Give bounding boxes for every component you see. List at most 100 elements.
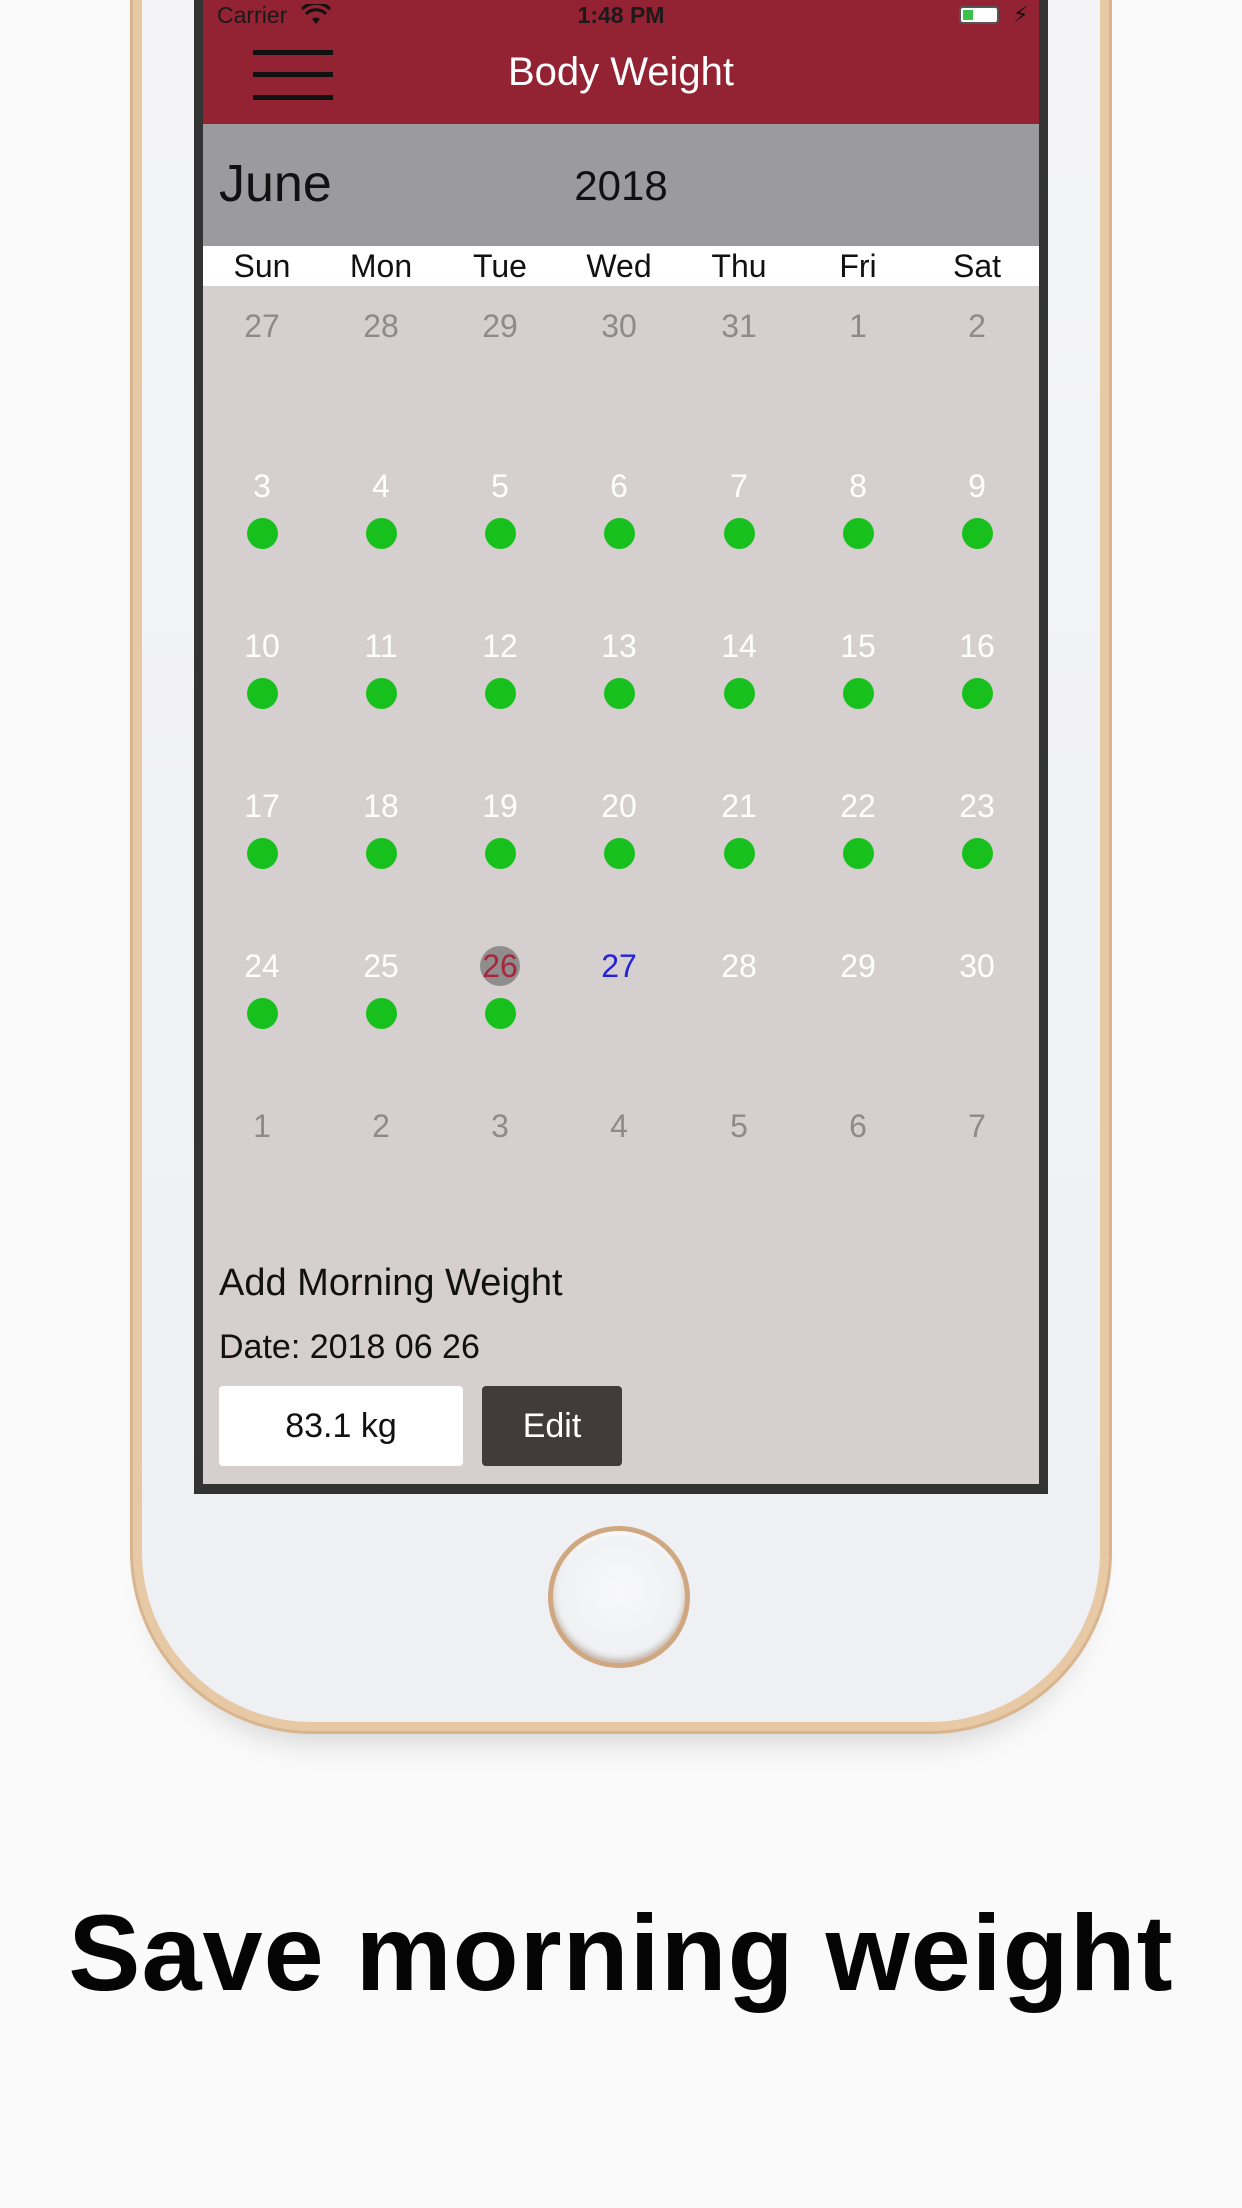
nav-title: Body Weight (507, 50, 735, 94)
calendar-day[interactable]: 3 (203, 466, 322, 616)
calendar-day[interactable]: 28 (321, 306, 441, 456)
calendar-day[interactable]: 3 (440, 1106, 560, 1256)
calendar-day[interactable]: 9 (917, 466, 1037, 616)
calendar-day[interactable]: 27 (203, 306, 322, 456)
day-number: 23 (959, 788, 995, 824)
calendar-day[interactable]: 11 (321, 626, 441, 776)
calendar-day[interactable]: 2 (917, 306, 1037, 456)
calendar-day[interactable]: 2 (321, 1106, 441, 1256)
weight-logged-dot (485, 678, 516, 709)
promo-caption: Save morning weight (68, 1892, 1174, 2013)
status-time: 1:48 PM (577, 2, 665, 28)
day-number: 1 (849, 308, 867, 344)
day-number: 19 (482, 788, 518, 824)
calendar-day[interactable]: 28 (679, 946, 799, 1096)
calendar-day[interactable]: 13 (559, 626, 679, 776)
calendar-day[interactable]: 1 (798, 306, 918, 456)
day-number: 28 (363, 308, 399, 344)
calendar-day[interactable]: 31 (679, 306, 799, 456)
day-number: 12 (482, 628, 518, 664)
year-label: 2018 (574, 162, 668, 209)
calendar-day[interactable]: 6 (798, 1106, 918, 1256)
app-screen: Carrier 1:48 PM ⚡ Body Weight June 2018 … (203, 0, 1039, 1484)
weight-logged-dot (962, 678, 993, 709)
day-number: 13 (601, 628, 637, 664)
day-number: 21 (721, 788, 757, 824)
calendar-day[interactable]: 29 (798, 946, 918, 1096)
day-number: 6 (849, 1108, 867, 1144)
weight-logged-dot (247, 678, 278, 709)
calendar-day[interactable]: 27 (559, 946, 679, 1096)
day-number: 9 (968, 468, 986, 504)
calendar-day[interactable]: 15 (798, 626, 918, 776)
calendar-day[interactable]: 24 (203, 946, 322, 1096)
calendar-day[interactable]: 29 (440, 306, 560, 456)
day-number: 8 (849, 468, 867, 504)
weekday-sun: Sun (233, 248, 291, 284)
calendar-day[interactable]: 4 (559, 1106, 679, 1256)
day-number: 24 (244, 948, 280, 984)
weight-input[interactable]: 83.1 kg (219, 1386, 463, 1466)
calendar-day[interactable]: 1 (203, 1106, 322, 1256)
calendar-day[interactable]: 18 (321, 786, 441, 936)
weight-logged-dot (724, 678, 755, 709)
calendar-day[interactable]: 26 (440, 946, 560, 1096)
day-number: 22 (840, 788, 876, 824)
weight-logged-dot (604, 678, 635, 709)
calendar-day[interactable]: 17 (203, 786, 322, 936)
calendar-day[interactable]: 7 (917, 1106, 1037, 1256)
weekday-tue: Tue (473, 248, 527, 284)
day-number: 30 (601, 308, 637, 344)
day-number: 2 (968, 308, 986, 344)
calendar-day[interactable]: 30 (559, 306, 679, 456)
day-number: 14 (721, 628, 757, 664)
battery-icon (959, 6, 999, 24)
weight-logged-dot (724, 518, 755, 549)
weight-logged-dot (962, 518, 993, 549)
weekday-wed: Wed (586, 248, 652, 284)
weight-logged-dot (604, 518, 635, 549)
day-number: 15 (840, 628, 876, 664)
day-number: 7 (968, 1108, 986, 1144)
home-button[interactable] (548, 1526, 690, 1668)
calendar-day[interactable]: 16 (917, 626, 1037, 776)
mute-switch (134, 0, 142, 72)
calendar-day[interactable]: 7 (679, 466, 799, 616)
weight-logged-dot (485, 518, 516, 549)
calendar-day[interactable]: 20 (559, 786, 679, 936)
weight-logged-dot (485, 838, 516, 869)
weekday-mon: Mon (349, 248, 413, 284)
day-number: 1 (253, 1108, 271, 1144)
day-number: 25 (363, 948, 399, 984)
calendar-day[interactable]: 12 (440, 626, 560, 776)
calendar-day[interactable]: 10 (203, 626, 322, 776)
calendar-day[interactable]: 5 (679, 1106, 799, 1256)
calendar-day[interactable]: 25 (321, 946, 441, 1096)
day-number: 4 (372, 468, 390, 504)
day-number: 26 (482, 948, 518, 984)
calendar-day[interactable]: 8 (798, 466, 918, 616)
day-number: 20 (601, 788, 637, 824)
calendar-day[interactable]: 5 (440, 466, 560, 616)
day-number: 7 (730, 468, 748, 504)
calendar-day[interactable]: 14 (679, 626, 799, 776)
weight-logged-dot (366, 998, 397, 1029)
charging-bolt-icon: ⚡ (1013, 2, 1029, 27)
calendar-day[interactable]: 4 (321, 466, 441, 616)
calendar-day[interactable]: 6 (559, 466, 679, 616)
calendar-day[interactable]: 21 (679, 786, 799, 936)
day-number: 11 (364, 628, 398, 664)
weight-logged-dot (843, 838, 874, 869)
calendar-day[interactable]: 19 (440, 786, 560, 936)
day-number: 18 (363, 788, 399, 824)
selected-date-label: Date: 2018 06 26 (219, 1328, 480, 1366)
weight-logged-dot (366, 838, 397, 869)
calendar-day[interactable]: 30 (917, 946, 1037, 1096)
calendar-day[interactable]: 22 (798, 786, 918, 936)
edit-button[interactable]: Edit (482, 1386, 622, 1466)
status-bar: Carrier 1:48 PM ⚡ (203, 0, 1039, 32)
day-number: 30 (959, 948, 995, 984)
calendar-day[interactable]: 23 (917, 786, 1037, 936)
volume-up-button (134, 166, 142, 314)
day-number: 17 (244, 788, 280, 824)
